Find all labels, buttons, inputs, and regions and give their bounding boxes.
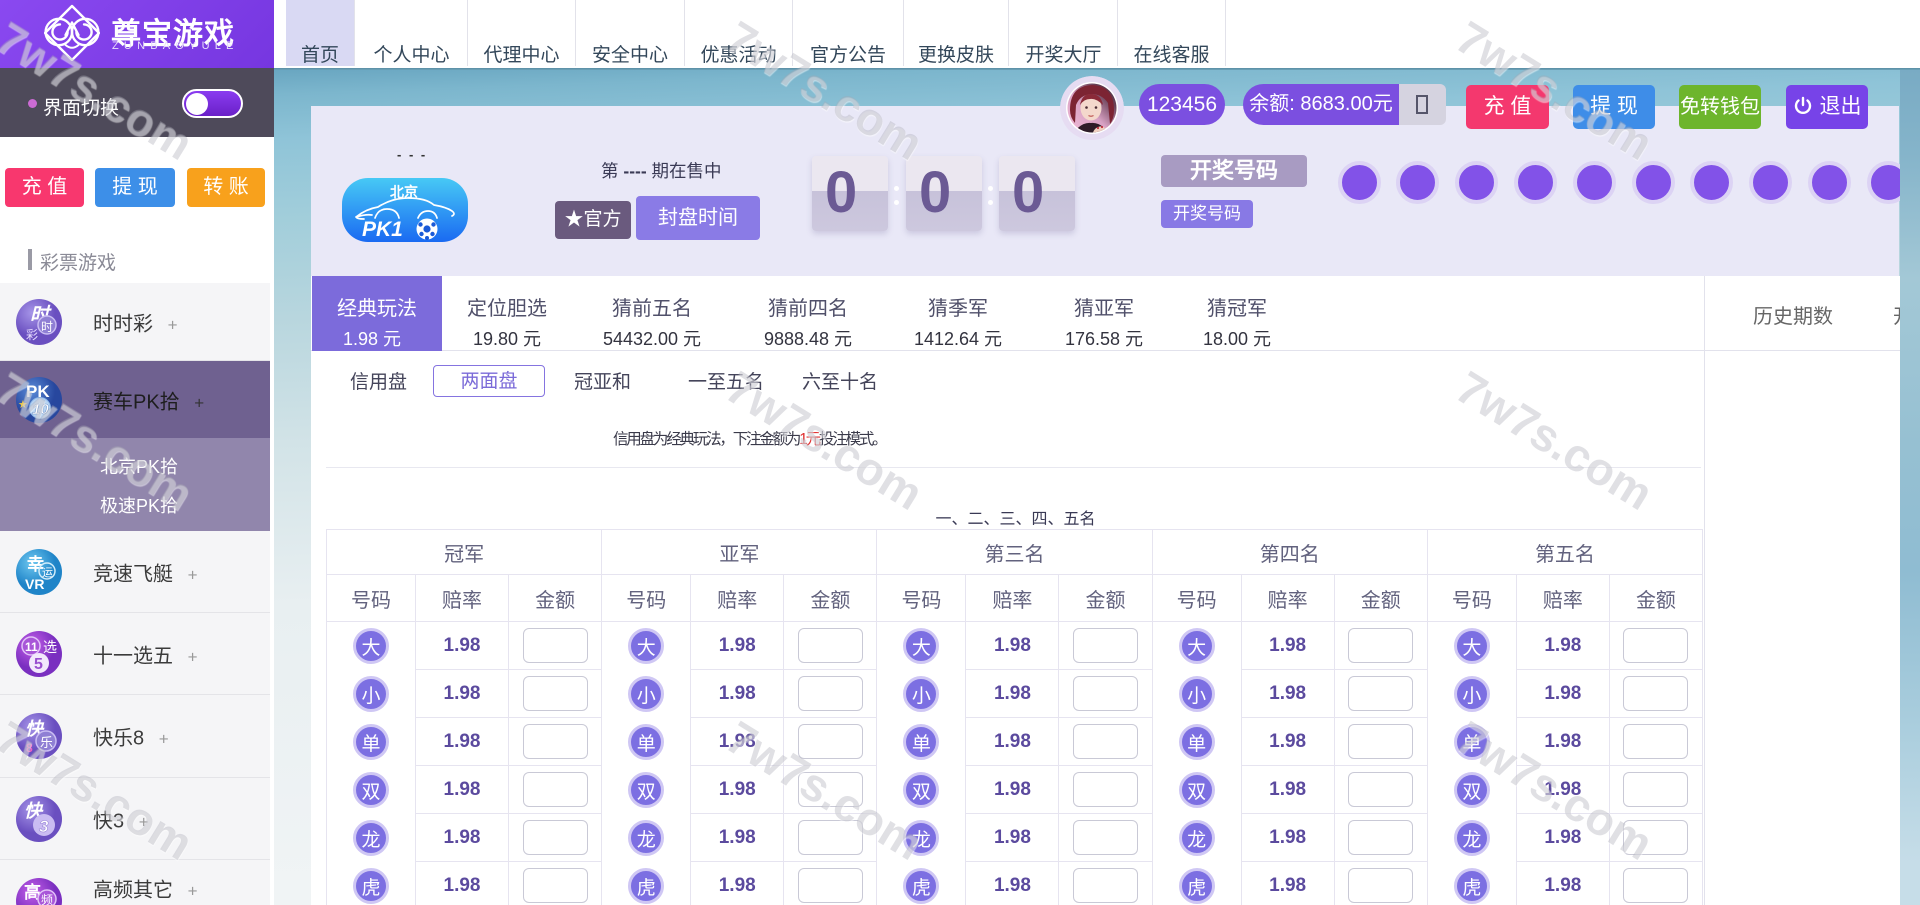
svg-text:PK1: PK1 [362, 218, 403, 241]
svg-text:频: 频 [41, 893, 53, 905]
svg-text:3: 3 [39, 817, 49, 836]
svg-text:时: 时 [41, 320, 53, 334]
svg-text:VR: VR [25, 576, 44, 592]
svg-text:5: 5 [34, 656, 43, 673]
svg-text:11: 11 [25, 640, 38, 654]
svg-text:选: 选 [43, 639, 57, 655]
svg-text:彩: 彩 [26, 328, 38, 342]
